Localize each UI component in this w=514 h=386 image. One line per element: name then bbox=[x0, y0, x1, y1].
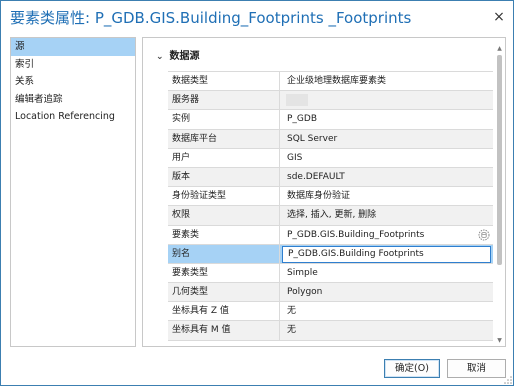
property-value: 无 bbox=[287, 325, 297, 336]
property-key: 几何类型 bbox=[168, 283, 280, 302]
redacted-value bbox=[286, 94, 308, 107]
data-source-section-header[interactable]: ⌄ 数据源 bbox=[156, 47, 199, 62]
sidebar-item-editor-tracking[interactable]: 编辑者追踪 bbox=[11, 91, 135, 109]
property-row-database-platform: 数据库平台 SQL Server bbox=[168, 129, 493, 149]
sidebar-item-source[interactable]: 源 bbox=[11, 38, 135, 56]
property-row-user: 用户 GIS bbox=[168, 148, 493, 168]
property-row-has-m: 坐标具有 M 值 无 bbox=[168, 321, 493, 341]
property-row-feature-type: 要素类型 Simple bbox=[168, 263, 493, 284]
property-row-server: 服务器 bbox=[168, 91, 493, 111]
property-row-instance: 实例 P_GDB bbox=[168, 110, 493, 130]
property-key: 身份验证类型 bbox=[168, 187, 280, 206]
property-key: 要素类型 bbox=[168, 263, 280, 283]
property-value: Polygon bbox=[287, 287, 323, 298]
property-value: GIS bbox=[287, 152, 303, 163]
property-row-auth-type: 身份验证类型 数据库身份验证 bbox=[168, 187, 493, 207]
resize-grip-icon[interactable] bbox=[504, 376, 512, 384]
property-value: P_GDB bbox=[287, 114, 318, 125]
property-key: 服务器 bbox=[168, 91, 280, 110]
property-row-data-type: 数据类型 企业级地理数据库要素类 bbox=[168, 72, 493, 92]
property-row-geometry-type: 几何类型 Polygon bbox=[168, 283, 493, 303]
property-key: 版本 bbox=[168, 167, 280, 187]
property-key: 数据类型 bbox=[168, 72, 280, 91]
scroll-thumb[interactable] bbox=[497, 55, 502, 265]
property-key: 要素类 bbox=[168, 225, 280, 244]
property-key: 坐标具有 M 值 bbox=[168, 321, 280, 340]
cancel-button[interactable]: 取消 bbox=[447, 359, 506, 378]
ok-button[interactable]: 确定(O) bbox=[384, 359, 440, 378]
property-value: Simple bbox=[287, 267, 318, 278]
close-button[interactable]: × bbox=[489, 7, 509, 27]
property-value: SQL Server bbox=[287, 133, 338, 144]
property-key: 数据库平台 bbox=[168, 129, 280, 148]
property-value: 企业级地理数据库要素类 bbox=[287, 76, 387, 86]
dialog-title: 要素类属性: P_GDB.GIS.Building_Footprints _Fo… bbox=[10, 9, 412, 27]
property-value: 无 bbox=[287, 306, 297, 317]
property-row-alias: 别名 P_GDB.GIS.Building Footprints bbox=[168, 244, 493, 264]
property-key: 实例 bbox=[168, 110, 280, 129]
vertical-scrollbar[interactable]: ▲ ▼ bbox=[496, 45, 503, 345]
title-bar: 要素类属性: P_GDB.GIS.Building_Footprints _Fo… bbox=[1, 1, 513, 33]
property-key: 用户 bbox=[168, 148, 280, 167]
sidebar-item-relationships[interactable]: 关系 bbox=[11, 73, 135, 91]
property-row-has-z: 坐标具有 Z 值 无 bbox=[168, 302, 493, 322]
property-value: sde.DEFAULT bbox=[287, 171, 345, 182]
property-key: 权限 bbox=[168, 206, 280, 225]
section-title: 数据源 bbox=[169, 51, 200, 62]
property-value: 数据库身份验证 bbox=[287, 191, 351, 202]
property-key: 坐标具有 Z 值 bbox=[168, 302, 280, 321]
scroll-down-arrow-icon[interactable]: ▼ bbox=[496, 337, 503, 345]
property-row-privileges: 权限 选择, 插入, 更新, 删除 bbox=[168, 206, 493, 226]
sidebar-nav: 源 索引 关系 编辑者追踪 Location Referencing bbox=[10, 37, 136, 347]
property-key: 别名 bbox=[168, 244, 280, 263]
property-row-version: 版本 sde.DEFAULT bbox=[168, 167, 493, 188]
sidebar-item-indexes[interactable]: 索引 bbox=[11, 56, 135, 74]
feature-class-properties-dialog: 要素类属性: P_GDB.GIS.Building_Footprints _Fo… bbox=[0, 0, 514, 386]
property-row-feature-class: 要素类 P_GDB.GIS.Building_Footprints bbox=[168, 225, 493, 245]
chevron-down-icon: ⌄ bbox=[156, 52, 164, 62]
database-icon[interactable] bbox=[478, 229, 490, 241]
properties-table: 数据类型 企业级地理数据库要素类 服务器 实例 P_GDB 数据库平台 SQL … bbox=[168, 71, 493, 341]
properties-panel: ⌄ 数据源 数据类型 企业级地理数据库要素类 服务器 实例 P_GDB 数据库平… bbox=[142, 37, 506, 347]
alias-input[interactable]: P_GDB.GIS.Building Footprints bbox=[282, 245, 491, 263]
property-value: P_GDB.GIS.Building_Footprints bbox=[287, 229, 425, 240]
scroll-up-arrow-icon[interactable]: ▲ bbox=[496, 45, 503, 53]
sidebar-item-location-referencing[interactable]: Location Referencing bbox=[11, 108, 135, 126]
close-icon: × bbox=[493, 9, 505, 25]
property-value: 选择, 插入, 更新, 删除 bbox=[287, 210, 377, 221]
